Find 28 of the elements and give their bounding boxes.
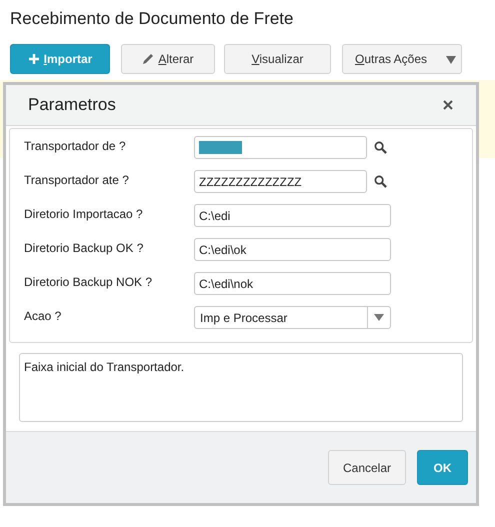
input-field[interactable]: C:\edi\nok [194,272,391,295]
search-icon[interactable] [374,175,387,188]
cancel-button[interactable]: Cancelar [328,450,406,485]
input-field[interactable] [194,136,367,159]
input-field[interactable]: C:\edi [194,204,391,227]
search-icon[interactable] [374,141,387,154]
text-selection [199,141,242,154]
field-label: Diretorio Backup OK ? [24,240,144,257]
close-icon[interactable] [442,99,454,111]
caret-icon [374,314,384,321]
field-label: Transportador ate ? [24,172,130,189]
help-text-box: Faixa inicial do Transportador. [19,353,463,422]
dialog-title: Parametros [28,94,116,116]
field-label: Acao ? [24,308,62,325]
select-value: Imp e Processar [199,310,288,326]
plus-icon [28,53,40,65]
dropdown-button[interactable]: Outras Ações [342,44,462,74]
field-label: Diretorio Importacao ? [24,206,144,223]
input-field[interactable]: C:\edi\ok [194,238,391,261]
toolbar-button[interactable]: Alterar [121,44,215,74]
field-label: Diretorio Backup NOK ? [24,274,154,291]
select-field[interactable]: Imp e Processar [194,306,391,329]
caret-icon [446,56,456,64]
toolbar-button[interactable]: Visualizar [224,44,331,74]
page-title: Recebimento de Documento de Frete [10,8,294,30]
input-field[interactable]: ZZZZZZZZZZZZZZ [194,170,367,193]
field-label: Transportador de ? [24,138,127,155]
pencil-icon [142,53,154,65]
